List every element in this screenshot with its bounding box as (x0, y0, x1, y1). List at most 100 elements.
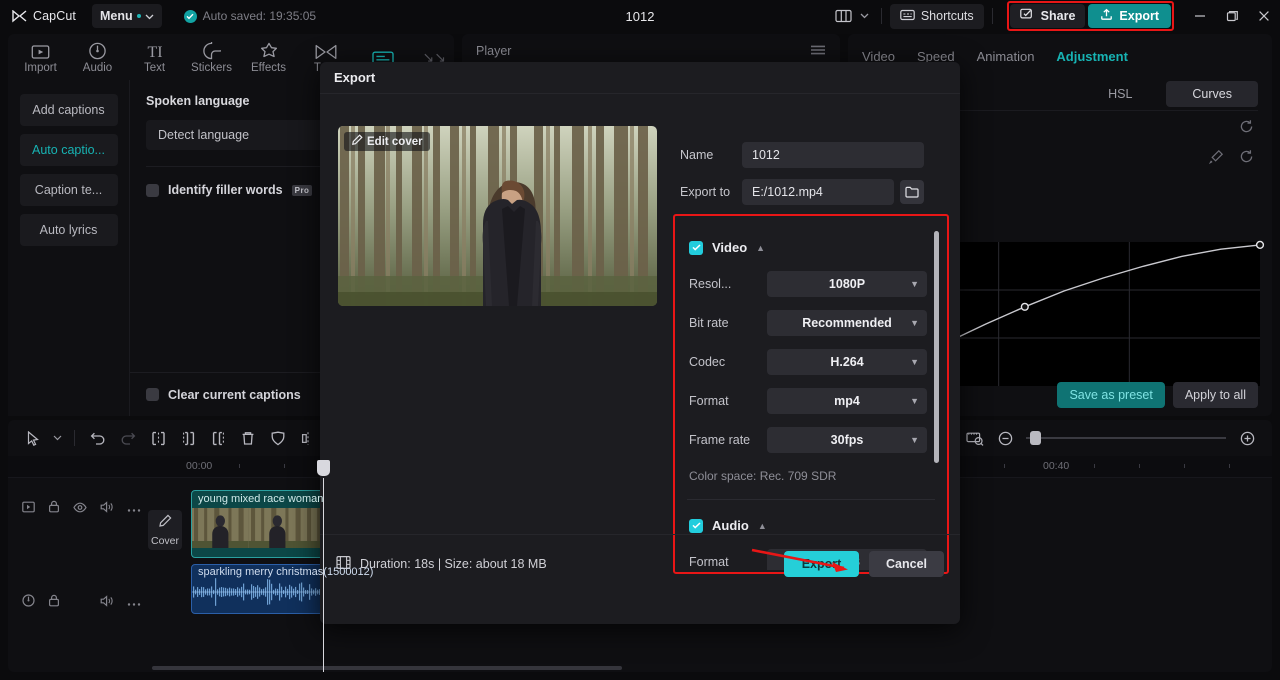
close-icon[interactable] (1248, 0, 1280, 32)
select-tool-chevron-down-icon[interactable] (48, 424, 66, 452)
app-name: CapCut (33, 9, 76, 23)
titlebar-right-group: Shortcuts Share Export (831, 0, 1280, 32)
save-as-preset-button[interactable]: Save as preset (1057, 382, 1165, 408)
bitrate-select[interactable]: Recommended ▼ (767, 310, 927, 336)
reset-curve-icon[interactable] (1239, 149, 1254, 169)
maximize-icon[interactable] (1216, 0, 1248, 32)
shortcuts-button[interactable]: Shortcuts (889, 3, 984, 29)
more-icon[interactable] (127, 500, 141, 518)
split-icon[interactable] (143, 424, 173, 452)
share-label: Share (1040, 9, 1076, 23)
format-row: Format mp4 ▼ (677, 388, 945, 414)
cancel-button[interactable]: Cancel (869, 550, 944, 577)
layout-icon[interactable] (831, 4, 857, 28)
share-button[interactable]: Share (1009, 4, 1086, 28)
capcut-app-window: CapCut Menu Auto saved: 19:35:05 1012 Sh… (0, 0, 1280, 680)
ruler-label: 00:00 (186, 460, 213, 472)
format-select[interactable]: mp4 ▼ (767, 388, 927, 414)
hamburger-icon[interactable] (810, 44, 826, 58)
volume-icon[interactable] (100, 594, 114, 612)
sidebar-item-label: Auto captio... (32, 143, 105, 157)
playhead[interactable] (317, 460, 330, 672)
mask-icon[interactable] (263, 424, 293, 452)
chevron-down-icon (145, 9, 154, 23)
tool-tab-import[interactable]: Import (12, 35, 69, 79)
menu-status-dot (136, 14, 141, 18)
lock-icon[interactable] (48, 594, 60, 612)
tool-tab-audio[interactable]: Audio (69, 35, 126, 79)
timeline-horizontal-scrollbar[interactable] (152, 666, 622, 670)
edit-pencil-icon (351, 134, 363, 149)
clear-captions-checkbox[interactable] (146, 388, 159, 401)
tool-tab-label: Audio (82, 61, 113, 74)
text-ti-icon: TI (144, 41, 166, 60)
timeline-zoom-slider[interactable] (1026, 424, 1226, 452)
format-label: Format (689, 394, 729, 408)
menu-button[interactable]: Menu (91, 4, 162, 28)
zoom-in-icon[interactable] (1232, 424, 1262, 452)
sidebar-item-add-captions[interactable]: Add captions (19, 94, 118, 126)
filler-words-checkbox[interactable] (146, 183, 159, 197)
mirror-icon[interactable] (293, 424, 323, 452)
reset-icon[interactable] (1239, 119, 1254, 139)
cover-preview-image (338, 126, 657, 306)
cover-thumbnail[interactable]: Edit cover (338, 126, 657, 306)
chevron-up-icon[interactable]: ▲ (758, 521, 767, 531)
name-input[interactable]: 1012 (742, 142, 924, 168)
video-track-icon[interactable] (22, 500, 35, 518)
audio-section-checkbox[interactable] (689, 518, 703, 533)
video-section-title: Video (712, 240, 748, 255)
tool-tab-text[interactable]: TI Text (126, 35, 183, 79)
chevron-up-icon[interactable]: ▲ (756, 243, 765, 253)
cursor-select-icon[interactable] (18, 424, 48, 452)
zoom-slider-handle[interactable] (1030, 431, 1041, 445)
apply-to-all-button[interactable]: Apply to all (1172, 382, 1258, 408)
resolution-select[interactable]: 1080P ▼ (767, 271, 927, 297)
effects-star-icon (259, 41, 279, 60)
audio-section-header: Audio ▲ (677, 518, 945, 533)
tab-adjustment[interactable]: Adjustment (1056, 49, 1128, 64)
tool-tab-effects[interactable]: Effects (240, 35, 297, 79)
layout-chevron-down-icon[interactable] (857, 4, 873, 28)
volume-icon[interactable] (100, 500, 114, 518)
export-label: Export (1119, 9, 1159, 23)
tool-tab-stickers[interactable]: Stickers (183, 35, 240, 79)
edit-cover-button[interactable]: Edit cover (344, 132, 430, 151)
duration-size-text: Duration: 18s | Size: about 18 MB (360, 556, 547, 571)
more-icon[interactable] (127, 594, 141, 612)
thumbnail-toggle-icon[interactable] (960, 424, 990, 452)
trim-left-icon[interactable] (173, 424, 203, 452)
audio-track-icon[interactable] (22, 594, 35, 612)
video-section-checkbox[interactable] (689, 240, 703, 255)
sidebar-item-auto-captions[interactable]: Auto captio... (19, 134, 118, 166)
export-dialog-title: Export (320, 62, 960, 94)
sidebar-item-caption-templates[interactable]: Caption te... (19, 174, 118, 206)
eye-icon[interactable] (73, 500, 87, 518)
eyedropper-icon[interactable] (1208, 149, 1224, 169)
subtab-hsl[interactable]: HSL (1082, 81, 1158, 107)
sidebar-item-label: Caption te... (34, 183, 103, 197)
playhead-handle[interactable] (317, 460, 330, 476)
clip-thumbnail (248, 508, 306, 548)
folder-icon[interactable] (900, 180, 924, 204)
delete-icon[interactable] (233, 424, 263, 452)
export-path-input[interactable]: E:/1012.mp4 (742, 179, 894, 205)
zoom-slider-track (1026, 437, 1226, 439)
tab-animation[interactable]: Animation (977, 49, 1035, 64)
resolution-row: Resol... 1080P ▼ (677, 271, 945, 297)
undo-icon[interactable] (83, 424, 113, 452)
redo-icon[interactable] (113, 424, 143, 452)
chevron-down-icon: ▼ (910, 396, 919, 406)
keyboard-icon (900, 9, 915, 24)
framerate-select[interactable]: 30fps ▼ (767, 427, 927, 453)
zoom-out-icon[interactable] (990, 424, 1020, 452)
minimize-icon[interactable] (1184, 0, 1216, 32)
lock-icon[interactable] (48, 500, 60, 518)
sidebar-item-auto-lyrics[interactable]: Auto lyrics (19, 214, 118, 246)
export-button-top[interactable]: Export (1088, 4, 1171, 28)
trim-right-icon[interactable] (203, 424, 233, 452)
codec-label: Codec (689, 355, 726, 369)
subtab-curves[interactable]: Curves (1166, 81, 1258, 107)
settings-vertical-scrollbar[interactable] (934, 231, 939, 463)
codec-select[interactable]: H.264 ▼ (767, 349, 927, 375)
